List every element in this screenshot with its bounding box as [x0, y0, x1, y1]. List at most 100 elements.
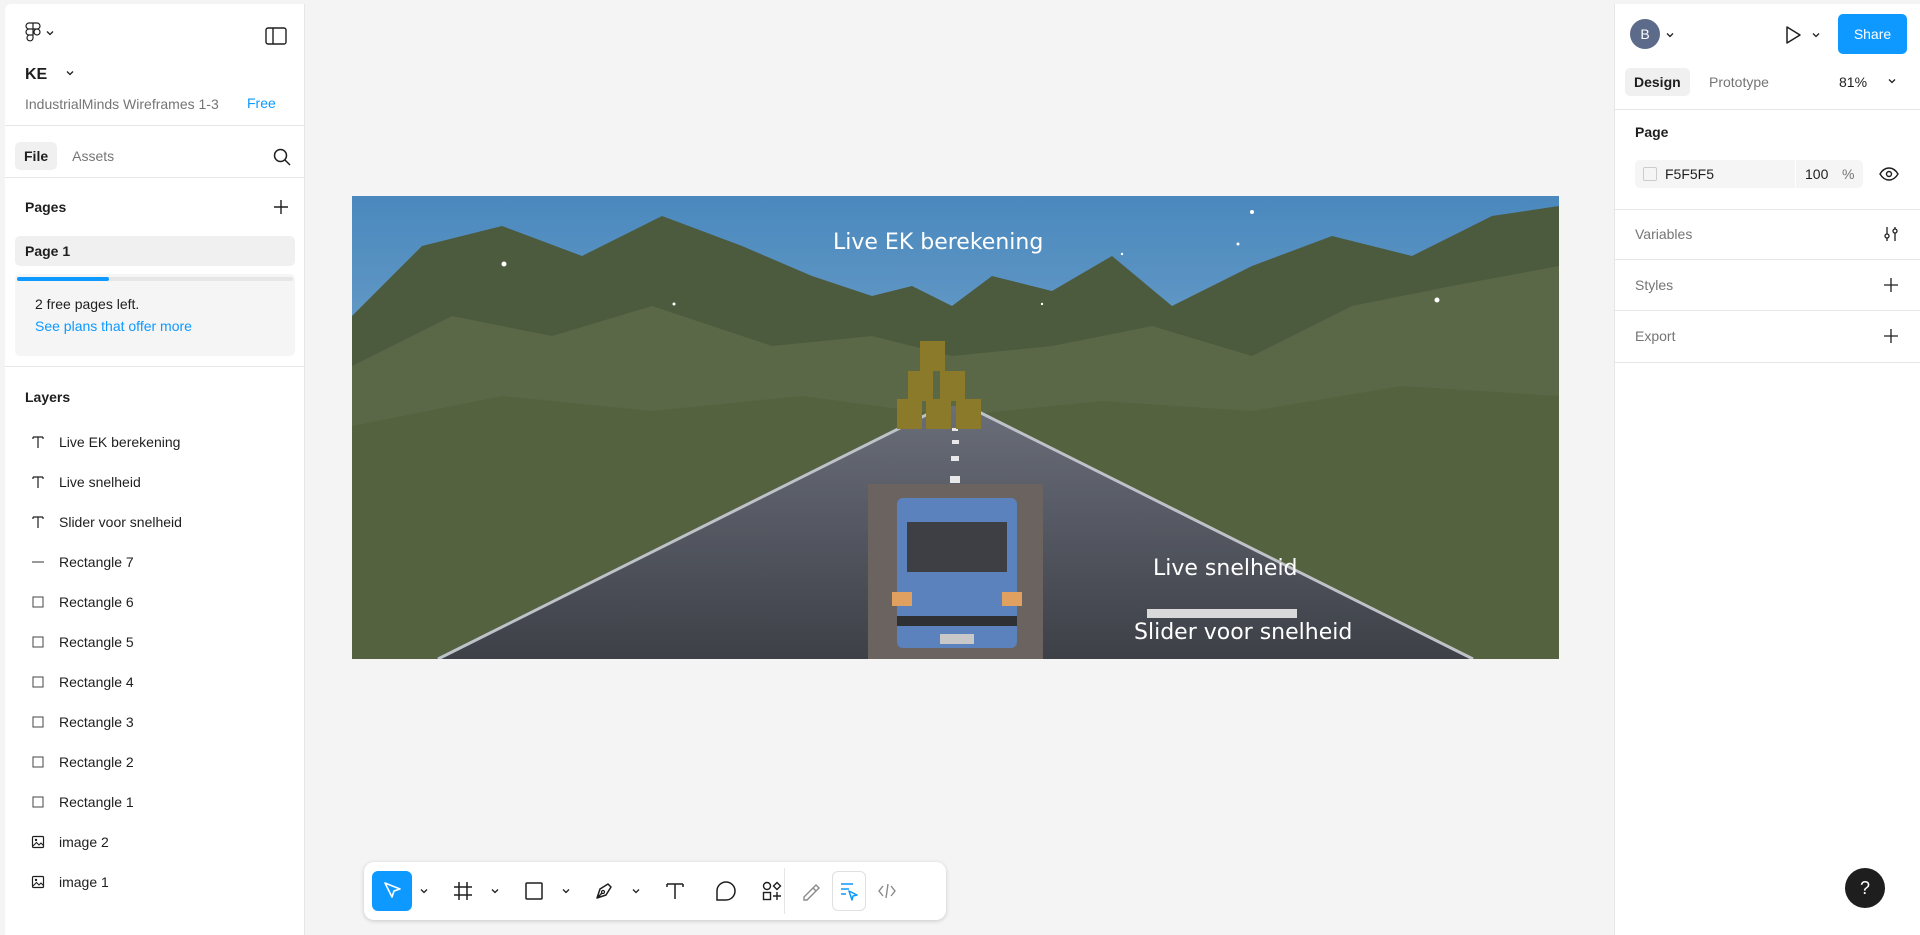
layer-item[interactable]: Rectangle 2 — [15, 742, 305, 782]
toggle-sidebar-button[interactable] — [263, 24, 289, 48]
layer-item[interactable]: image 2 — [15, 822, 305, 862]
text-icon — [31, 475, 45, 489]
frame[interactable]: Live EK berekening Live snelheid Slider … — [352, 196, 1559, 659]
design-mode-icon — [841, 883, 858, 901]
rectangle-tool-button[interactable] — [514, 871, 554, 911]
layer-label: Rectangle 4 — [59, 674, 134, 690]
layer-item[interactable]: Rectangle 6 — [15, 582, 305, 622]
left-tabs: File Assets — [15, 142, 129, 170]
rectangle-icon — [31, 795, 45, 809]
file-title[interactable]: KE — [25, 66, 47, 84]
tab-assets[interactable]: Assets — [63, 142, 123, 170]
main-menu-button[interactable] — [25, 22, 55, 44]
upsell-link[interactable]: See plans that offer more — [35, 318, 192, 334]
cursor-icon — [384, 882, 401, 898]
plus-icon — [1884, 329, 1898, 343]
frame-slider-text[interactable]: Slider voor snelheid — [1134, 620, 1352, 645]
layer-label: Rectangle 6 — [59, 594, 134, 610]
add-style-button[interactable] — [1883, 277, 1899, 293]
layer-item[interactable]: Slider voor snelheid — [15, 502, 305, 542]
frame-tool-button[interactable] — [443, 871, 483, 911]
layer-item[interactable]: Rectangle 4 — [15, 662, 305, 702]
page-color-hex[interactable]: F5F5F5 — [1665, 166, 1714, 182]
layer-item[interactable]: Rectangle 5 — [15, 622, 305, 662]
page-color-field[interactable]: F5F5F5 100 % — [1635, 160, 1863, 188]
layer-label: image 1 — [59, 874, 109, 890]
pages-progress-bar — [17, 277, 293, 281]
divider — [1615, 362, 1920, 363]
pages-upsell: 2 free pages left. See plans that offer … — [15, 274, 295, 356]
chevron-down-icon[interactable] — [1665, 30, 1675, 40]
chevron-down-icon[interactable] — [561, 886, 571, 896]
frame-heading-text[interactable]: Live EK berekening — [833, 230, 1043, 255]
divider — [5, 125, 304, 126]
tab-prototype[interactable]: Prototype — [1700, 68, 1778, 96]
frame-speed-text[interactable]: Live snelheid — [1153, 556, 1298, 581]
page-item[interactable]: Page 1 — [15, 236, 295, 266]
draw-mode-button[interactable] — [794, 871, 828, 911]
image-icon — [31, 875, 45, 889]
page-section-label: Page — [1635, 124, 1669, 140]
layer-item[interactable]: Live snelheid — [15, 462, 305, 502]
layer-item[interactable]: Rectangle 7 — [15, 542, 305, 582]
search-icon — [273, 148, 291, 166]
tab-design[interactable]: Design — [1625, 68, 1690, 96]
text-icon — [31, 515, 45, 529]
bottom-toolbar — [364, 862, 946, 920]
pen-icon — [596, 883, 612, 899]
design-mode-button[interactable] — [832, 871, 866, 911]
layer-item[interactable]: Rectangle 1 — [15, 782, 305, 822]
plan-badge[interactable]: Free — [247, 95, 276, 111]
frame-icon — [454, 882, 472, 900]
dev-mode-button[interactable] — [870, 871, 904, 911]
zoom-level[interactable]: 81% — [1839, 74, 1867, 90]
actions-tool-button[interactable] — [752, 871, 792, 911]
play-icon — [1786, 26, 1801, 44]
tab-file[interactable]: File — [15, 142, 58, 170]
move-tool-button[interactable] — [372, 871, 412, 911]
pen-tool-button[interactable] — [584, 871, 624, 911]
color-swatch[interactable] — [1643, 167, 1657, 181]
divider — [1615, 109, 1920, 110]
toggle-visibility-button[interactable] — [1879, 166, 1899, 182]
variables-button[interactable] — [1883, 226, 1899, 242]
chevron-down-icon[interactable] — [419, 886, 429, 896]
rectangle-icon — [31, 635, 45, 649]
code-icon — [878, 883, 896, 899]
layer-label: Live EK berekening — [59, 434, 181, 450]
avatar[interactable]: B — [1630, 19, 1660, 49]
page-opacity-value[interactable]: 100 — [1805, 166, 1828, 182]
layer-item[interactable]: image 1 — [15, 862, 305, 902]
divider — [1615, 259, 1920, 260]
text-tool-button[interactable] — [655, 871, 695, 911]
plus-icon — [274, 200, 288, 214]
search-button[interactable] — [271, 146, 293, 168]
text-icon — [31, 435, 45, 449]
divider — [1615, 310, 1920, 311]
chevron-down-icon[interactable] — [1811, 30, 1821, 40]
pages-progress-fill — [17, 277, 109, 281]
share-button[interactable]: Share — [1838, 14, 1907, 54]
comment-tool-button[interactable] — [706, 871, 746, 911]
layer-label: Rectangle 3 — [59, 714, 134, 730]
present-button[interactable] — [1782, 24, 1804, 46]
help-button[interactable]: ? — [1845, 868, 1885, 908]
layer-list: Live EK berekening Live snelheid Slider vo… — [15, 422, 305, 902]
chevron-down-icon[interactable] — [1887, 76, 1897, 86]
components-icon — [762, 881, 782, 901]
chevron-down-icon[interactable] — [490, 886, 500, 896]
styles-section-label: Styles — [1635, 277, 1674, 293]
layer-item[interactable]: Live EK berekening — [15, 422, 305, 462]
divider — [1615, 209, 1920, 210]
layer-label: image 2 — [59, 834, 109, 850]
add-page-button[interactable] — [271, 197, 291, 217]
add-export-button[interactable] — [1883, 328, 1899, 344]
sliders-icon — [1884, 227, 1898, 241]
canvas[interactable]: Live EK berekening Live snelheid Slider … — [305, 0, 1614, 935]
sidebar-icon — [265, 27, 287, 45]
chevron-down-icon[interactable] — [631, 886, 641, 896]
upsell-text: 2 free pages left. — [35, 296, 140, 312]
chevron-down-icon[interactable] — [65, 68, 75, 78]
chevron-down-icon — [46, 31, 54, 36]
layer-item[interactable]: Rectangle 3 — [15, 702, 305, 742]
